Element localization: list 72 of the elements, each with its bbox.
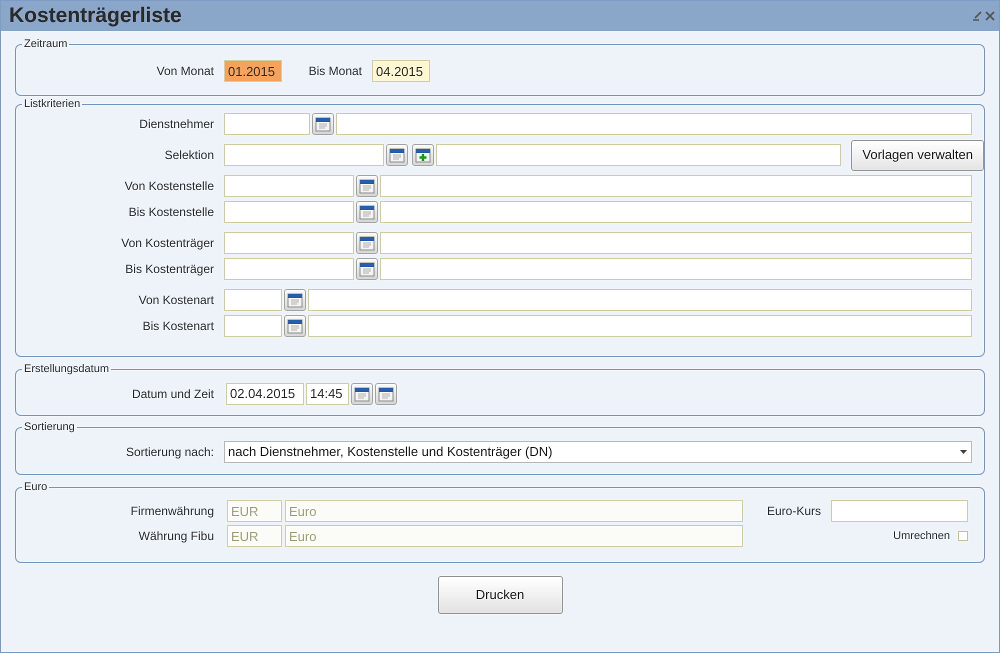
field-label: Firmenwährung (130, 503, 215, 520)
lookup-button[interactable] (284, 289, 306, 311)
minimize-button[interactable] (971, 10, 982, 22)
code-field[interactable] (224, 289, 282, 311)
lookup-button[interactable] (356, 175, 378, 197)
calendar-list-icon (359, 235, 375, 251)
lookup-button[interactable] (351, 382, 373, 404)
exchange-rate-field[interactable] (831, 500, 968, 522)
code-field[interactable] (224, 144, 384, 166)
description-field[interactable] (380, 175, 972, 197)
field-label: Bis Kostenstelle (128, 204, 215, 221)
field-label: Von Kostenart (138, 292, 215, 309)
window-title: Kostenträgerliste (9, 3, 182, 30)
field-label: Bis Monat (308, 63, 363, 80)
code-field[interactable] (224, 258, 354, 280)
convert-checkbox[interactable] (958, 531, 968, 542)
dropdown-value: nach Dienstnehmer, Kostenstelle und Kostenträger (DN) (228, 443, 552, 462)
calendar-list-icon (359, 204, 375, 220)
calendar-list-icon (359, 178, 375, 194)
checkbox-label: Umrechnen (893, 529, 950, 544)
print-button[interactable]: Drucken (438, 576, 562, 614)
field-label: Bis Kostenart (142, 318, 215, 335)
field-label: Dienstnehmer (138, 116, 215, 133)
field-label: Sortierung nach: (124, 444, 215, 461)
description-field[interactable] (336, 113, 972, 135)
section-legend: Sortierung (22, 420, 77, 434)
code-field[interactable] (224, 113, 310, 135)
plus-calendar-icon (415, 147, 431, 163)
lookup-button[interactable] (356, 258, 378, 280)
field-label: Von Kostenstelle (124, 178, 215, 195)
calendar-list-icon (354, 386, 370, 402)
lookup-button[interactable] (284, 315, 306, 337)
calendar-list-icon (287, 318, 303, 334)
description-field[interactable] (436, 144, 842, 166)
code-field[interactable] (224, 175, 354, 197)
calendar-list-icon (378, 386, 394, 402)
lookup-button[interactable] (386, 144, 408, 166)
code-field[interactable] (224, 201, 354, 223)
section-legend: Erstellungsdatum (22, 362, 111, 376)
description-field[interactable] (380, 258, 972, 280)
calendar-list-icon (315, 116, 331, 132)
code-field[interactable] (224, 232, 354, 254)
lookup-button[interactable] (356, 201, 378, 223)
field-label: Von Kostenträger (120, 235, 215, 252)
description-field[interactable] (308, 315, 972, 337)
field-label: Euro-Kurs (767, 503, 822, 520)
description-field[interactable] (380, 201, 972, 223)
field-label: Von Monat (156, 63, 215, 80)
code-field[interactable] (224, 315, 282, 337)
calendar-list-icon (287, 292, 303, 308)
close-button[interactable] (984, 10, 995, 22)
lookup-button[interactable] (312, 113, 334, 135)
time-field[interactable]: 14:45 (306, 382, 349, 404)
manage-templates-button[interactable]: Vorlagen verwalten (851, 140, 984, 170)
month-field[interactable]: 04.2015 (372, 60, 430, 82)
add-button[interactable] (412, 144, 434, 166)
pin-icon (972, 11, 982, 21)
lookup-button[interactable] (375, 382, 397, 404)
description-field[interactable] (308, 289, 972, 311)
field-label: Selektion (164, 147, 215, 164)
field-label: Währung Fibu (138, 528, 215, 545)
lookup-button[interactable] (356, 232, 378, 254)
date-field[interactable]: 02.04.2015 (226, 382, 304, 404)
sort-dropdown[interactable]: nach Dienstnehmer, Kostenstelle und Kostenträger (DN) (224, 441, 972, 463)
month-field[interactable]: 01.2015 (224, 60, 282, 82)
calendar-list-icon (389, 147, 405, 163)
field-label: Bis Kostenträger (124, 261, 215, 278)
description-field[interactable] (380, 232, 972, 254)
field-label: Datum und Zeit (130, 386, 215, 402)
calendar-list-icon (359, 261, 375, 277)
close-icon (984, 11, 994, 21)
caret-icon (960, 450, 967, 454)
